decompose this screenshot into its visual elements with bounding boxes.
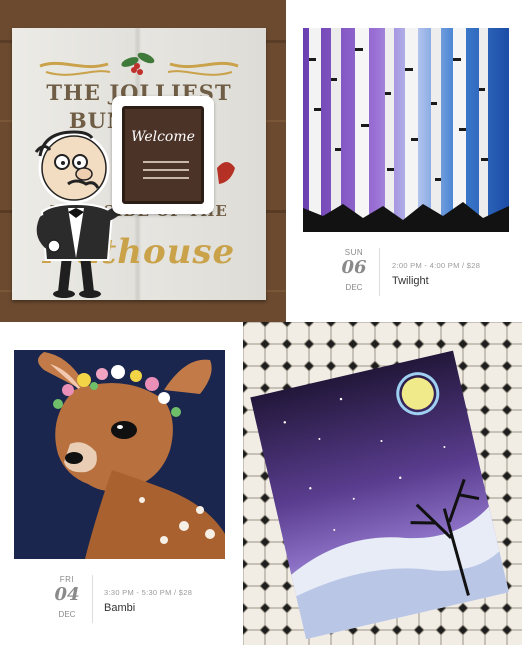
- event-title[interactable]: Twilight: [392, 275, 429, 287]
- event-day: 06: [341, 257, 367, 278]
- chalkboard-line: [143, 169, 189, 171]
- event-card-bambi[interactable]: FRI 04 DEC 3:30 PM - 5:30 PM / $28 Bambi: [0, 322, 243, 645]
- event-divider: [92, 575, 93, 623]
- welcome-chalkboard: Welcome: [122, 106, 204, 204]
- event-card-twilight[interactable]: SUN 06 DEC 2:00 PM - 4:00 PM / $28 Twili…: [286, 0, 522, 322]
- welcome-badge: Welcome: [112, 96, 214, 214]
- sign-photo-tile[interactable]: THE JOLLIEST BUNCH OF THIS SIDE OF THE N…: [0, 0, 286, 322]
- octagon-tile-floor-image: [243, 322, 522, 645]
- event-month: DEC: [58, 610, 76, 619]
- birch-painting-image: [303, 28, 509, 232]
- event-title[interactable]: Bambi: [104, 602, 135, 614]
- event-time-price: 2:00 PM - 4:00 PM / $28: [392, 261, 481, 270]
- night-painting-photo-tile[interactable]: [243, 322, 522, 645]
- event-divider: [379, 248, 380, 296]
- event-month: DEC: [345, 283, 363, 292]
- chalkboard-line: [143, 161, 189, 163]
- event-day: 04: [54, 584, 80, 605]
- bambi-painting-image: [14, 350, 225, 559]
- chalkboard-line: [143, 177, 189, 179]
- event-info-twilight: SUN 06 DEC 2:00 PM - 4:00 PM / $28 Twili…: [286, 244, 522, 304]
- event-info-bambi: FRI 04 DEC 3:30 PM - 5:30 PM / $28 Bambi: [0, 571, 243, 631]
- event-time-price: 3:30 PM - 5:30 PM / $28: [104, 588, 193, 597]
- welcome-text: Welcome: [131, 129, 195, 145]
- event-weekday: FRI: [59, 575, 75, 584]
- event-weekday: SUN: [344, 248, 364, 257]
